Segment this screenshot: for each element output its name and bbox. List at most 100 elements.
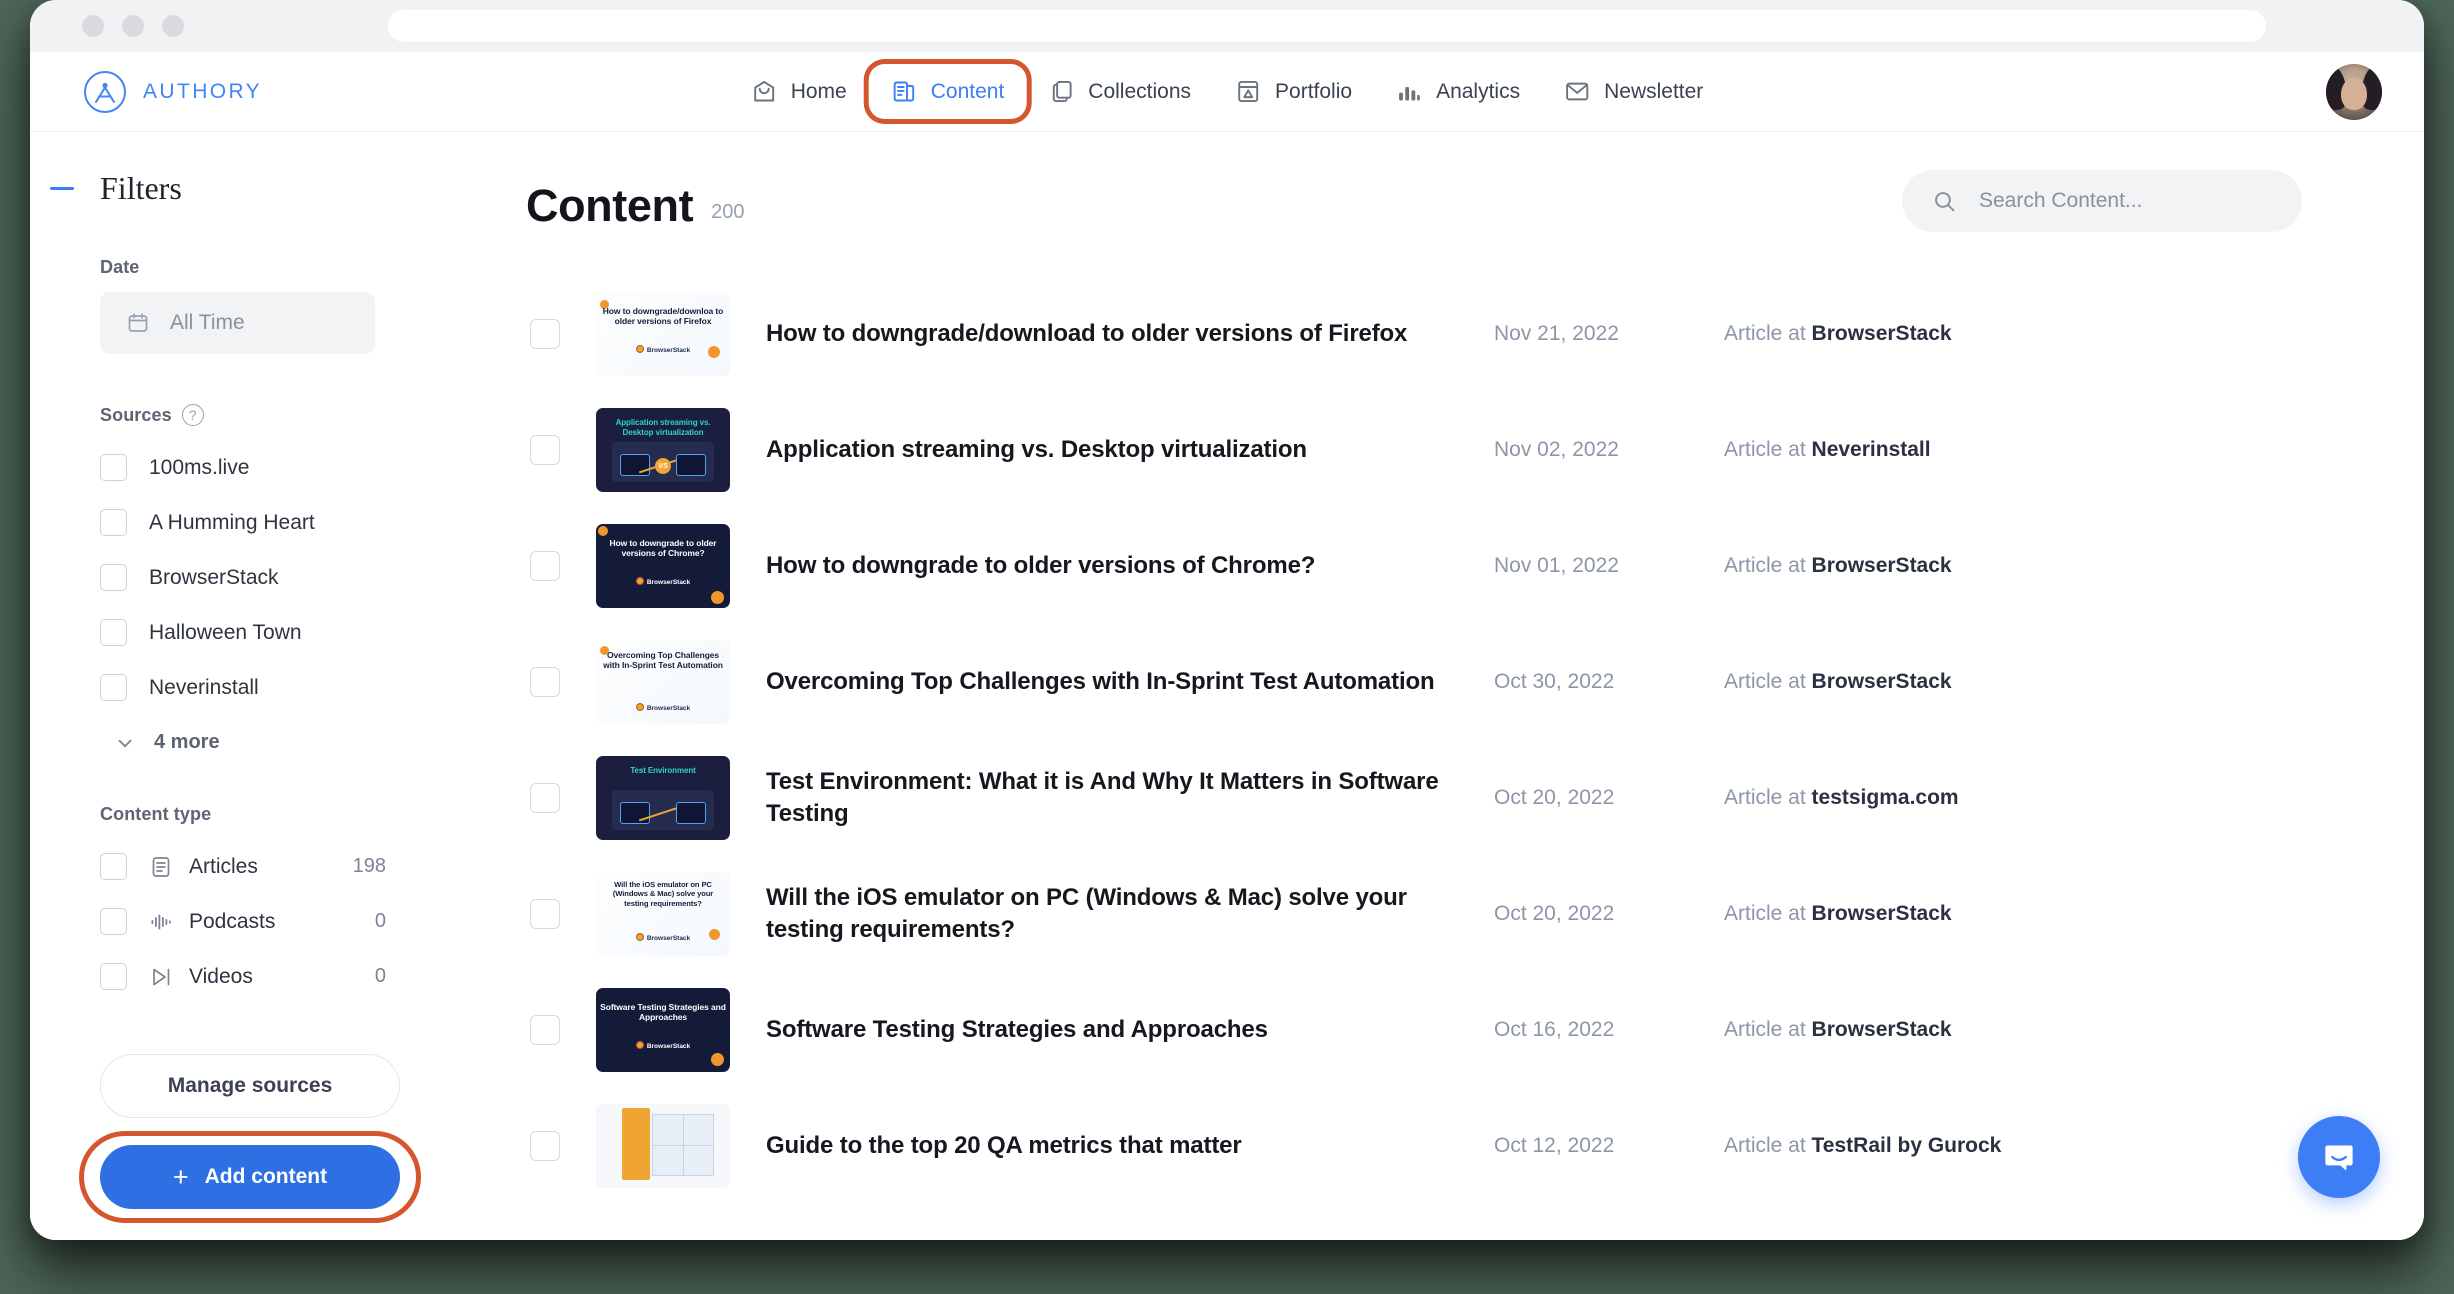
thumb-title: Overcoming Top Challenges with In-Sprint… bbox=[603, 650, 723, 671]
table-row[interactable]: Software Testing Strategies and Approach… bbox=[510, 972, 2424, 1088]
checkbox[interactable] bbox=[100, 564, 127, 591]
minus-collapse-icon[interactable] bbox=[50, 187, 74, 190]
row-title[interactable]: How to downgrade to older versions of Ch… bbox=[766, 550, 1466, 582]
content-type-count: 0 bbox=[374, 910, 386, 932]
row-title[interactable]: Guide to the top 20 QA metrics that matt… bbox=[766, 1130, 1466, 1162]
row-source: Article at BrowserStack bbox=[1724, 1018, 1952, 1042]
source-filter-browserstack[interactable]: BrowserStack bbox=[30, 550, 470, 605]
row-checkbox[interactable] bbox=[530, 899, 560, 929]
content-type-filter-podcasts[interactable]: Podcasts 0 bbox=[30, 894, 470, 949]
avatar-face bbox=[2341, 77, 2367, 110]
source-label: BrowserStack bbox=[149, 565, 279, 589]
show-more-sources-label: 4 more bbox=[154, 731, 220, 753]
question-mark-icon[interactable]: ? bbox=[181, 404, 204, 426]
table-row[interactable]: Application streaming vs. Desktop virtua… bbox=[510, 392, 2424, 508]
row-title[interactable]: Overcoming Top Challenges with In-Sprint… bbox=[766, 666, 1466, 698]
row-source: Article at Neverinstall bbox=[1724, 438, 1931, 462]
row-thumbnail: Test Environment bbox=[596, 756, 730, 840]
row-title[interactable]: Software Testing Strategies and Approach… bbox=[766, 1014, 1466, 1046]
intercom-chat-launcher[interactable] bbox=[2298, 1116, 2380, 1198]
browser-window: AUTHORY Home Content Collections Portfol… bbox=[30, 0, 2424, 1240]
row-source-name: BrowserStack bbox=[1811, 902, 1952, 925]
row-source-prefix: Article at bbox=[1724, 902, 1812, 925]
search-content-box[interactable] bbox=[1902, 170, 2302, 232]
row-title[interactable]: Application streaming vs. Desktop virtua… bbox=[766, 434, 1466, 466]
nav-item-portfolio-label: Portfolio bbox=[1275, 79, 1353, 103]
checkbox[interactable] bbox=[100, 454, 127, 481]
row-source: Article at BrowserStack bbox=[1724, 902, 1952, 926]
avatar[interactable] bbox=[2326, 63, 2382, 120]
nav-item-portfolio[interactable]: Portfolio bbox=[1213, 64, 1374, 119]
date-range-selector[interactable]: All Time bbox=[100, 292, 375, 354]
source-label: 100ms.live bbox=[149, 455, 250, 479]
row-date: Oct 16, 2022 bbox=[1494, 1018, 1615, 1041]
show-more-sources-button[interactable]: 4 more bbox=[30, 731, 470, 754]
row-source-prefix: Article at bbox=[1724, 322, 1812, 345]
row-checkbox[interactable] bbox=[530, 319, 560, 349]
thumb-badge: BrowserStack bbox=[596, 345, 730, 354]
row-date: Oct 12, 2022 bbox=[1494, 1134, 1615, 1157]
nav-item-analytics[interactable]: Analytics bbox=[1374, 64, 1542, 119]
row-source-name: BrowserStack bbox=[1811, 322, 1952, 345]
checkbox[interactable] bbox=[100, 908, 127, 935]
table-row[interactable]: Overcoming Top Challenges with In-Sprint… bbox=[510, 624, 2424, 740]
table-row[interactable]: How to downgrade to older versions of Ch… bbox=[510, 508, 2424, 624]
content-type-filter-videos[interactable]: Videos 0 bbox=[30, 949, 470, 1004]
row-checkbox[interactable] bbox=[530, 551, 560, 581]
thumb-badge: BrowserStack bbox=[596, 577, 730, 586]
content-type-label: Articles bbox=[189, 854, 258, 878]
row-checkbox[interactable] bbox=[530, 783, 560, 813]
table-row[interactable]: Guide to the top 20 QA metrics that matt… bbox=[510, 1088, 2424, 1204]
source-filter-100ms[interactable]: 100ms.live bbox=[30, 440, 470, 495]
app-body: Filters Date All Time Sources ? 100ms.li… bbox=[30, 132, 2424, 1240]
row-date: Oct 20, 2022 bbox=[1494, 786, 1615, 809]
row-title[interactable]: Will the iOS emulator on PC (Windows & M… bbox=[766, 882, 1466, 945]
content-type-filter-articles[interactable]: Articles 198 bbox=[30, 839, 470, 894]
checkbox[interactable] bbox=[100, 853, 127, 880]
add-content-button[interactable]: + Add content bbox=[100, 1145, 400, 1209]
row-checkbox[interactable] bbox=[530, 667, 560, 697]
table-row[interactable]: How to downgrade/downloa to older versio… bbox=[510, 276, 2424, 392]
app-root: AUTHORY Home Content Collections Portfol… bbox=[30, 52, 2424, 1240]
minimize-window-button[interactable] bbox=[122, 15, 144, 37]
address-bar[interactable] bbox=[388, 10, 2266, 42]
manage-sources-button[interactable]: Manage sources bbox=[100, 1054, 400, 1118]
intercom-chat-icon bbox=[2325, 1145, 2353, 1171]
table-row[interactable]: Will the iOS emulator on PC (Windows & M… bbox=[510, 856, 2424, 972]
row-checkbox[interactable] bbox=[530, 1015, 560, 1045]
row-title[interactable]: Test Environment: What it is And Why It … bbox=[766, 766, 1466, 829]
thumb-title: How to downgrade/downloa to older versio… bbox=[602, 306, 724, 327]
row-checkbox[interactable] bbox=[530, 435, 560, 465]
source-filter-a-humming-heart[interactable]: A Humming Heart bbox=[30, 495, 470, 550]
close-window-button[interactable] bbox=[82, 15, 104, 37]
thumb-orb bbox=[598, 526, 608, 536]
content-header: Content 200 bbox=[486, 132, 2424, 232]
thumb-illustration bbox=[612, 790, 714, 830]
checkbox[interactable] bbox=[100, 509, 127, 536]
nav-item-collections-label: Collections bbox=[1088, 79, 1192, 103]
checkbox[interactable] bbox=[100, 963, 127, 990]
nav-item-newsletter[interactable]: Newsletter bbox=[1542, 64, 1725, 119]
row-checkbox[interactable] bbox=[530, 1131, 560, 1161]
filters-title: Filters bbox=[100, 170, 182, 206]
row-title[interactable]: How to downgrade/download to older versi… bbox=[766, 318, 1466, 350]
row-thumbnail: Will the iOS emulator on PC (Windows & M… bbox=[596, 872, 730, 956]
row-source-name: testsigma.com bbox=[1811, 786, 1959, 809]
source-filter-neverinstall[interactable]: Neverinstall bbox=[30, 660, 470, 715]
nav-item-collections[interactable]: Collections bbox=[1026, 64, 1213, 119]
nav-item-home-label: Home bbox=[790, 79, 847, 103]
content-type-count: 0 bbox=[374, 965, 386, 987]
row-date: Oct 20, 2022 bbox=[1494, 902, 1615, 925]
search-input[interactable] bbox=[1979, 189, 2279, 213]
thumb-orb bbox=[711, 591, 724, 604]
zoom-window-button[interactable] bbox=[162, 15, 184, 37]
row-source-prefix: Article at bbox=[1724, 1134, 1812, 1157]
checkbox[interactable] bbox=[100, 674, 127, 701]
checkbox[interactable] bbox=[100, 619, 127, 646]
nav-item-home[interactable]: Home bbox=[729, 64, 869, 119]
content-type-label: Podcasts bbox=[189, 909, 276, 933]
brand-logo[interactable]: AUTHORY bbox=[83, 70, 262, 114]
source-filter-halloween-town[interactable]: Halloween Town bbox=[30, 605, 470, 660]
table-row[interactable]: Test Environment Test Environment: What … bbox=[510, 740, 2424, 856]
nav-item-content[interactable]: Content bbox=[869, 64, 1027, 119]
